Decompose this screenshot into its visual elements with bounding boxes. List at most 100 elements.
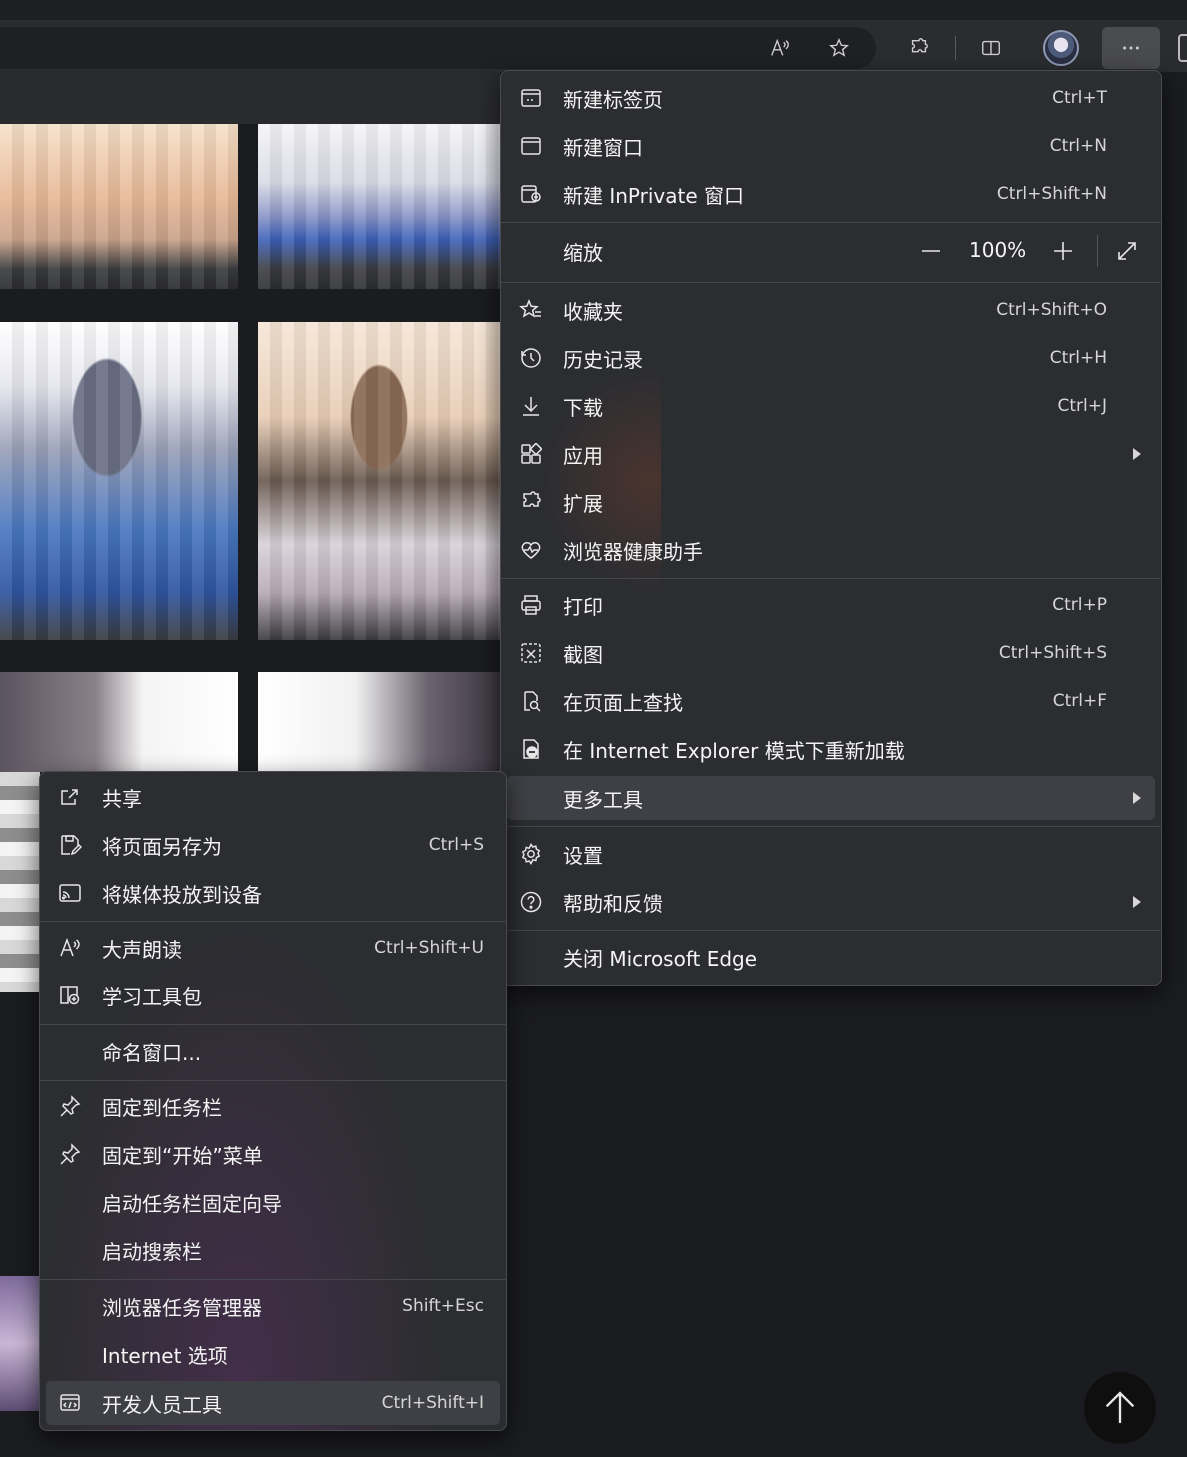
menu-item-screenshot[interactable]: 截图 Ctrl+Shift+S [507,631,1155,675]
thumbnail-image[interactable] [258,672,500,772]
zoom-in-button[interactable] [1046,234,1080,268]
menu-item-label: 新建窗口 [563,135,643,160]
menu-item-shortcut: Ctrl+P [1052,595,1107,615]
menu-item-favorites[interactable]: 收藏夹 Ctrl+Shift+O [507,288,1155,332]
menu-divider [501,930,1161,931]
more-tools-submenu: 共享 将页面另存为 Ctrl+S 将媒体投放到设备 大声朗读 Ctrl+Shif… [39,771,507,1431]
submenu-arrow-icon [1133,792,1141,804]
split-screen-icon[interactable] [974,32,1008,64]
menu-item-apps[interactable]: 应用 [507,432,1155,476]
menu-item-shortcut: Ctrl+S [428,835,484,855]
menu-item-label: 学习工具包 [102,984,202,1009]
menu-item-label: 浏览器健康助手 [563,539,703,564]
zoom-value: 100% [969,238,1027,262]
extensions-icon[interactable] [902,32,936,64]
favorite-star-icon[interactable] [822,32,856,64]
zoom-out-button[interactable] [914,234,948,268]
profile-avatar[interactable] [1043,30,1079,66]
address-bar[interactable] [0,27,876,69]
find-icon [519,689,543,713]
menu-item-label: 将媒体投放到设备 [102,882,262,907]
menu-item-pin-taskbar[interactable]: 固定到任务栏 [46,1084,500,1128]
menu-item-ie-mode[interactable]: 在 Internet Explorer 模式下重新加载 [507,727,1155,771]
menu-item-label: 浏览器任务管理器 [102,1295,262,1320]
menu-item-shortcut: Ctrl+Shift+U [374,938,484,958]
menu-item-cast-media[interactable]: 将媒体投放到设备 [46,871,500,915]
pin-icon [58,1142,82,1166]
save-page-icon [58,833,83,857]
menu-item-shortcut: Shift+Esc [402,1296,484,1316]
menu-item-label: 将页面另存为 [102,834,222,859]
menu-item-browser-essentials[interactable]: 浏览器健康助手 [507,528,1155,572]
menu-item-help-feedback[interactable]: 帮助和反馈 [507,880,1155,924]
sidebar-toggle-icon[interactable] [1178,34,1187,62]
fullscreen-button[interactable] [1110,234,1144,268]
menu-item-more-tools[interactable]: 更多工具 [507,776,1155,820]
more-options-button[interactable] [1102,27,1160,69]
menu-item-label: 关闭 Microsoft Edge [563,946,758,971]
thumbnail-image[interactable] [0,772,40,992]
menu-item-name-window[interactable]: 命名窗口... [46,1029,500,1073]
menu-item-new-tab[interactable]: 新建标签页 Ctrl+T [507,76,1155,120]
menu-item-share[interactable]: 共享 [46,775,500,819]
menu-item-settings[interactable]: 设置 [507,832,1155,876]
zoom-label: 缩放 [563,240,603,265]
menu-divider [501,578,1161,579]
menu-item-task-manager[interactable]: 浏览器任务管理器 Shift+Esc [46,1284,500,1328]
menu-item-find-on-page[interactable]: 在页面上查找 Ctrl+F [507,679,1155,723]
menu-item-developer-tools[interactable]: 开发人员工具 Ctrl+Shift+I [46,1381,500,1425]
thumbnail-image[interactable] [258,124,500,289]
menu-item-read-aloud[interactable]: 大声朗读 Ctrl+Shift+U [46,926,500,970]
pin-icon [58,1094,82,1118]
zoom-separator [1097,235,1098,267]
page-header-bar [0,72,500,124]
settings-icon [519,842,543,866]
menu-item-label: 大声朗读 [102,937,182,962]
menu-item-new-inprivate[interactable]: 新建 InPrivate 窗口 Ctrl+Shift+N [507,172,1155,216]
menu-item-internet-options[interactable]: Internet 选项 [46,1332,500,1376]
menu-item-new-window[interactable]: 新建窗口 Ctrl+N [507,124,1155,168]
thumbnail-image[interactable] [0,124,238,289]
learning-toolkit-icon [58,983,82,1007]
devtools-icon [58,1391,82,1415]
menu-item-shortcut: Ctrl+Shift+O [996,300,1107,320]
download-icon [519,394,543,418]
menu-item-label: 在页面上查找 [563,690,683,715]
menu-item-taskbar-wizard[interactable]: 启动任务栏固定向导 [46,1180,500,1224]
menu-item-close-edge[interactable]: 关闭 Microsoft Edge [507,935,1155,979]
menu-item-search-bar[interactable]: 启动搜索栏 [46,1228,500,1272]
menu-item-pin-start[interactable]: 固定到“开始”菜单 [46,1132,500,1176]
submenu-arrow-icon [1133,896,1141,908]
thumbnail-image[interactable] [258,322,500,640]
new-window-icon [519,134,543,158]
favorites-icon [519,298,543,322]
thumbnail-image[interactable] [0,1276,40,1411]
history-icon [519,346,543,370]
menu-item-shortcut: Ctrl+Shift+S [998,643,1107,663]
menu-item-label: 扩展 [563,491,603,516]
menu-item-print[interactable]: 打印 Ctrl+P [507,583,1155,627]
browser-main-menu: 新建标签页 Ctrl+T 新建窗口 Ctrl+N 新建 InPrivate 窗口… [500,70,1162,986]
menu-item-shortcut: Ctrl+T [1052,88,1107,108]
menu-item-learning-toolkit[interactable]: 学习工具包 [46,973,500,1017]
read-aloud-icon[interactable] [763,32,797,64]
menu-item-label: 收藏夹 [563,299,623,324]
menu-divider [40,1024,506,1025]
thumbnail-image[interactable] [0,672,238,772]
new-tab-icon [519,86,543,110]
menu-item-label: 启动搜索栏 [102,1239,202,1264]
menu-item-history[interactable]: 历史记录 Ctrl+H [507,336,1155,380]
scroll-to-top-button[interactable] [1084,1372,1156,1444]
menu-item-label: 下载 [563,395,603,420]
menu-divider [501,222,1161,223]
menu-item-save-page-as[interactable]: 将页面另存为 Ctrl+S [46,823,500,867]
menu-item-extensions[interactable]: 扩展 [507,480,1155,524]
thumbnail-image[interactable] [0,322,238,640]
menu-item-label: 开发人员工具 [102,1392,222,1417]
share-icon [58,785,82,809]
menu-item-label: 共享 [102,786,142,811]
menu-divider [40,921,506,922]
menu-item-label: 启动任务栏固定向导 [102,1191,282,1216]
menu-item-downloads[interactable]: 下载 Ctrl+J [507,384,1155,428]
title-bar [0,0,1187,20]
